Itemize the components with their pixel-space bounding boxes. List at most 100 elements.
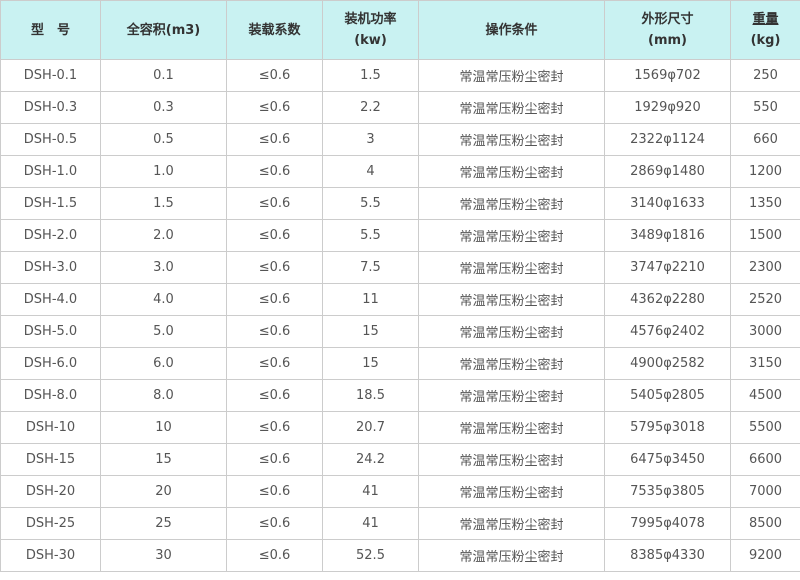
col-header-model-label: 型 号 (1, 24, 100, 37)
volume-cell: 8.0 (101, 380, 227, 412)
volume-cell: 0.5 (101, 124, 227, 156)
col-header-operating-conditions-label: 操作条件 (419, 24, 604, 37)
spec-table: 型 号 全容积(m3) 装载系数 装机功率 (kw) 操作条件 外形尺寸 ( (0, 0, 800, 572)
power-cell: 1.5 (323, 60, 419, 92)
weight-cell: 5500 (731, 412, 800, 444)
dimensions-cell: 7535φ3805 (605, 476, 731, 508)
dimensions-cell: 1569φ702 (605, 60, 731, 92)
table-header: 型 号 全容积(m3) 装载系数 装机功率 (kw) 操作条件 外形尺寸 ( (1, 1, 800, 60)
load-factor-cell: ≤0.6 (227, 508, 323, 540)
volume-cell: 3.0 (101, 252, 227, 284)
operating-conditions-cell: 常温常压粉尘密封 (419, 380, 605, 412)
operating-conditions-cell: 常温常压粉尘密封 (419, 124, 605, 156)
load-factor-cell: ≤0.6 (227, 316, 323, 348)
dimensions-cell: 7995φ4078 (605, 508, 731, 540)
table-row: DSH-6.0 6.0 ≤0.6 15 常温常压粉尘密封 4900φ2582 3… (1, 348, 800, 380)
power-cell: 18.5 (323, 380, 419, 412)
model-cell: DSH-6.0 (1, 348, 101, 380)
model-cell: DSH-20 (1, 476, 101, 508)
col-header-power-unit: (kw) (323, 34, 418, 47)
col-header-volume-label: 全容积(m3) (101, 24, 226, 37)
dimensions-cell: 4576φ2402 (605, 316, 731, 348)
dimensions-cell: 8385φ4330 (605, 540, 731, 572)
weight-cell: 7000 (731, 476, 800, 508)
power-cell: 3 (323, 124, 419, 156)
dimensions-cell: 4900φ2582 (605, 348, 731, 380)
col-header-model: 型 号 (1, 1, 101, 60)
table-row: DSH-15 15 ≤0.6 24.2 常温常压粉尘密封 6475φ3450 6… (1, 444, 800, 476)
table-row: DSH-10 10 ≤0.6 20.7 常温常压粉尘密封 5795φ3018 5… (1, 412, 800, 444)
power-cell: 2.2 (323, 92, 419, 124)
volume-cell: 0.1 (101, 60, 227, 92)
volume-cell: 6.0 (101, 348, 227, 380)
weight-cell: 550 (731, 92, 800, 124)
load-factor-cell: ≤0.6 (227, 476, 323, 508)
col-header-operating-conditions: 操作条件 (419, 1, 605, 60)
volume-cell: 20 (101, 476, 227, 508)
load-factor-cell: ≤0.6 (227, 412, 323, 444)
power-cell: 11 (323, 284, 419, 316)
model-cell: DSH-30 (1, 540, 101, 572)
operating-conditions-cell: 常温常压粉尘密封 (419, 92, 605, 124)
model-cell: DSH-15 (1, 444, 101, 476)
volume-cell: 15 (101, 444, 227, 476)
volume-cell: 1.5 (101, 188, 227, 220)
operating-conditions-cell: 常温常压粉尘密封 (419, 444, 605, 476)
dimensions-cell: 5795φ3018 (605, 412, 731, 444)
dimensions-cell: 3747φ2210 (605, 252, 731, 284)
weight-cell: 3000 (731, 316, 800, 348)
operating-conditions-cell: 常温常压粉尘密封 (419, 348, 605, 380)
power-cell: 41 (323, 508, 419, 540)
col-header-load-factor-label: 装载系数 (227, 24, 322, 37)
dimensions-cell: 4362φ2280 (605, 284, 731, 316)
operating-conditions-cell: 常温常压粉尘密封 (419, 316, 605, 348)
table-row: DSH-0.5 0.5 ≤0.6 3 常温常压粉尘密封 2322φ1124 66… (1, 124, 800, 156)
model-cell: DSH-10 (1, 412, 101, 444)
table-row: DSH-0.1 0.1 ≤0.6 1.5 常温常压粉尘密封 1569φ702 2… (1, 60, 800, 92)
model-cell: DSH-0.5 (1, 124, 101, 156)
operating-conditions-cell: 常温常压粉尘密封 (419, 412, 605, 444)
power-cell: 15 (323, 316, 419, 348)
load-factor-cell: ≤0.6 (227, 188, 323, 220)
power-cell: 4 (323, 156, 419, 188)
operating-conditions-cell: 常温常压粉尘密封 (419, 476, 605, 508)
model-cell: DSH-4.0 (1, 284, 101, 316)
model-cell: DSH-25 (1, 508, 101, 540)
table-row: DSH-8.0 8.0 ≤0.6 18.5 常温常压粉尘密封 5405φ2805… (1, 380, 800, 412)
load-factor-cell: ≤0.6 (227, 348, 323, 380)
weight-cell: 2300 (731, 252, 800, 284)
model-cell: DSH-2.0 (1, 220, 101, 252)
load-factor-cell: ≤0.6 (227, 60, 323, 92)
operating-conditions-cell: 常温常压粉尘密封 (419, 60, 605, 92)
power-cell: 5.5 (323, 188, 419, 220)
table-body: DSH-0.1 0.1 ≤0.6 1.5 常温常压粉尘密封 1569φ702 2… (1, 60, 800, 572)
dimensions-cell: 5405φ2805 (605, 380, 731, 412)
dimensions-cell: 3489φ1816 (605, 220, 731, 252)
volume-cell: 2.0 (101, 220, 227, 252)
weight-cell: 1200 (731, 156, 800, 188)
model-cell: DSH-0.3 (1, 92, 101, 124)
table-row: DSH-2.0 2.0 ≤0.6 5.5 常温常压粉尘密封 3489φ1816 … (1, 220, 800, 252)
table-row: DSH-25 25 ≤0.6 41 常温常压粉尘密封 7995φ4078 850… (1, 508, 800, 540)
col-header-power-label: 装机功率 (323, 13, 418, 26)
volume-cell: 0.3 (101, 92, 227, 124)
col-header-load-factor: 装载系数 (227, 1, 323, 60)
volume-cell: 1.0 (101, 156, 227, 188)
table-row: DSH-20 20 ≤0.6 41 常温常压粉尘密封 7535φ3805 700… (1, 476, 800, 508)
operating-conditions-cell: 常温常压粉尘密封 (419, 156, 605, 188)
table-row: DSH-5.0 5.0 ≤0.6 15 常温常压粉尘密封 4576φ2402 3… (1, 316, 800, 348)
weight-cell: 2520 (731, 284, 800, 316)
volume-cell: 10 (101, 412, 227, 444)
volume-cell: 25 (101, 508, 227, 540)
model-cell: DSH-0.1 (1, 60, 101, 92)
weight-cell: 9200 (731, 540, 800, 572)
load-factor-cell: ≤0.6 (227, 92, 323, 124)
power-cell: 41 (323, 476, 419, 508)
volume-cell: 4.0 (101, 284, 227, 316)
load-factor-cell: ≤0.6 (227, 252, 323, 284)
col-header-dimensions-unit: (mm) (605, 34, 730, 47)
header-row: 型 号 全容积(m3) 装载系数 装机功率 (kw) 操作条件 外形尺寸 ( (1, 1, 800, 60)
operating-conditions-cell: 常温常压粉尘密封 (419, 188, 605, 220)
volume-cell: 30 (101, 540, 227, 572)
load-factor-cell: ≤0.6 (227, 124, 323, 156)
